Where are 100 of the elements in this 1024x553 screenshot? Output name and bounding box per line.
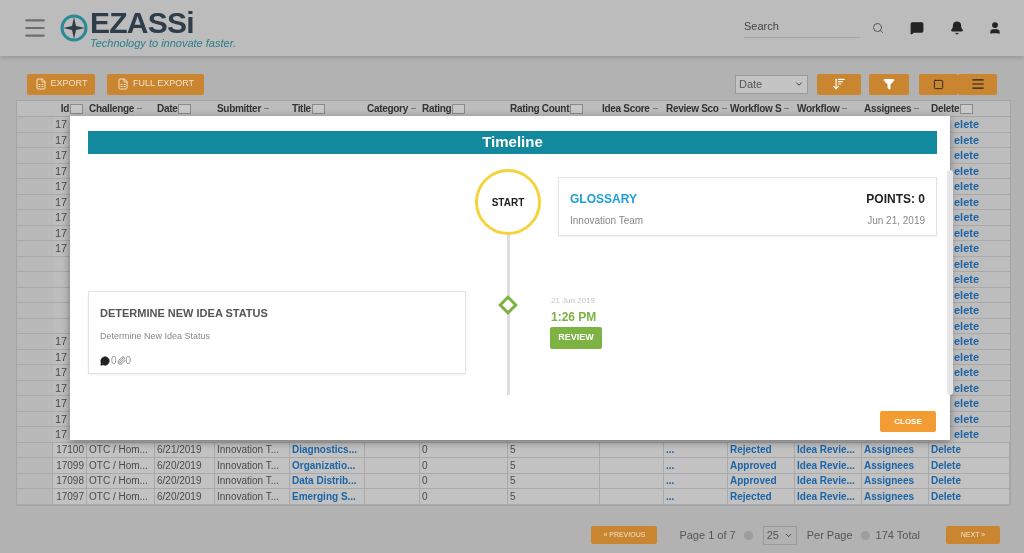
table-link[interactable]: Delete: [931, 458, 961, 473]
table-link[interactable]: Delete: [931, 489, 961, 504]
sort-select[interactable]: Date: [735, 74, 808, 94]
table-link[interactable]: Emerging S...: [292, 489, 356, 504]
card-title[interactable]: GLOSSARY: [570, 190, 637, 208]
column-header[interactable]: Date: [157, 101, 178, 116]
table-link[interactable]: Data Distrib...: [292, 473, 357, 488]
table-cell-text: 17: [54, 132, 68, 148]
covered-link[interactable]: elete: [954, 147, 980, 164]
sort-button[interactable]: [817, 73, 861, 95]
table-link[interactable]: Idea Revie...: [797, 489, 855, 504]
bell-icon[interactable]: [950, 21, 964, 35]
tagline: Technology to innovate faster.: [90, 37, 236, 49]
column-header[interactable]: Workflow: [797, 101, 840, 116]
column-header[interactable]: Delete: [931, 101, 960, 116]
table-link[interactable]: ...: [666, 489, 675, 504]
table-cell-text: OTC / Hom...: [89, 474, 148, 488]
covered-link[interactable]: elete: [954, 317, 980, 334]
table-link[interactable]: Delete: [931, 473, 961, 488]
table-link[interactable]: Assignees: [864, 473, 915, 488]
covered-link[interactable]: elete: [954, 116, 980, 133]
table-cell-text: 17100: [56, 443, 84, 457]
column-header[interactable]: Id: [60, 101, 69, 116]
column-header[interactable]: Review Sco: [666, 101, 719, 116]
column-header[interactable]: Workflow S: [730, 101, 782, 116]
covered-link[interactable]: elete: [954, 302, 980, 319]
table-cell-text: 0: [422, 474, 428, 488]
sort-icon: [832, 77, 846, 91]
covered-link[interactable]: elete: [954, 193, 980, 210]
event-title: DETERMINE NEW IDEA STATUS: [100, 306, 269, 321]
table-link[interactable]: Idea Revie...: [797, 442, 855, 457]
covered-link[interactable]: elete: [954, 395, 980, 412]
covered-link[interactable]: elete: [954, 131, 980, 148]
full-export-button[interactable]: FULL EXPORT: [107, 73, 204, 95]
filter-button[interactable]: [869, 73, 909, 95]
covered-link[interactable]: elete: [954, 162, 980, 179]
covered-link[interactable]: elete: [954, 410, 980, 427]
table-cell-text: 17: [54, 148, 68, 163]
covered-link[interactable]: elete: [954, 379, 980, 396]
table-link[interactable]: Rejected: [730, 442, 772, 457]
table-link[interactable]: Organizatio...: [292, 458, 356, 473]
search-icon[interactable]: [872, 22, 884, 34]
filter-dropdown-icon[interactable]: [570, 103, 584, 114]
event-description: Determine New Idea Status: [100, 329, 212, 343]
table-link[interactable]: Assignees: [864, 489, 915, 504]
close-button[interactable]: CLOSE: [880, 411, 936, 432]
covered-link[interactable]: elete: [954, 426, 980, 443]
per-page-select[interactable]: 25: [762, 525, 797, 545]
column-header[interactable]: Challenge: [89, 101, 135, 116]
covered-link[interactable]: elete: [954, 209, 980, 226]
covered-link[interactable]: elete: [954, 240, 980, 257]
column-header[interactable]: Submitter: [217, 101, 261, 116]
column-header[interactable]: Idea Score: [602, 101, 650, 116]
table-cell-text: 17: [54, 241, 68, 256]
filter-dropdown-icon[interactable]: [178, 103, 192, 114]
column-header[interactable]: Category: [367, 101, 408, 116]
user-icon[interactable]: [988, 21, 1002, 35]
table-link[interactable]: Idea Revie...: [797, 473, 855, 488]
covered-link[interactable]: elete: [954, 178, 980, 195]
scrollbar[interactable]: [947, 170, 953, 395]
filter-dropdown-icon[interactable]: [70, 103, 83, 114]
column-header[interactable]: Title: [292, 101, 311, 116]
covered-link[interactable]: elete: [954, 271, 980, 288]
filter-dropdown-icon[interactable]: [960, 103, 974, 114]
covered-link[interactable]: elete: [954, 333, 980, 350]
table-cell: OTC / Hom...: [89, 458, 148, 473]
covered-link[interactable]: elete: [954, 224, 980, 241]
table-link[interactable]: Assignees: [864, 442, 915, 457]
filter-dropdown-icon[interactable]: [452, 103, 466, 114]
table-cell-text: 6/20/2019: [157, 474, 202, 488]
table-link[interactable]: ...: [666, 458, 675, 473]
table-link[interactable]: ...: [666, 442, 675, 457]
table-link[interactable]: Idea Revie...: [797, 458, 855, 473]
column-header[interactable]: Rating Count: [510, 101, 570, 116]
table-cell-text: 17: [54, 349, 68, 365]
table-cell: 17097: [56, 489, 84, 504]
view-toggle-button[interactable]: [919, 73, 958, 95]
covered-link[interactable]: elete: [954, 286, 980, 303]
table-cell-text: 17: [54, 194, 68, 210]
table-link[interactable]: Approved: [730, 473, 777, 488]
column-header[interactable]: Assignees: [864, 101, 912, 116]
view-toggle-button[interactable]: [958, 73, 997, 95]
table-link[interactable]: Rejected: [730, 489, 772, 504]
filter-dropdown-icon[interactable]: [311, 103, 325, 114]
search-field[interactable]: Search: [744, 18, 860, 38]
table-link[interactable]: ...: [666, 473, 675, 488]
table-link[interactable]: Delete: [931, 442, 961, 457]
export-button[interactable]: EXPORT: [27, 73, 95, 95]
paperclip-icon: [116, 356, 126, 365]
table-cell: Innovation T...: [217, 489, 280, 504]
covered-link[interactable]: elete: [954, 364, 980, 381]
table-link[interactable]: Assignees: [864, 458, 915, 473]
table-link[interactable]: Approved: [730, 458, 777, 473]
covered-link[interactable]: elete: [954, 348, 980, 365]
table-cell: 0: [422, 458, 428, 473]
table-cell: 5: [510, 489, 516, 504]
chat-icon[interactable]: [910, 21, 924, 35]
column-header[interactable]: Rating: [422, 101, 452, 116]
covered-link[interactable]: elete: [954, 255, 980, 272]
table-link[interactable]: Diagnostics...: [292, 442, 357, 457]
